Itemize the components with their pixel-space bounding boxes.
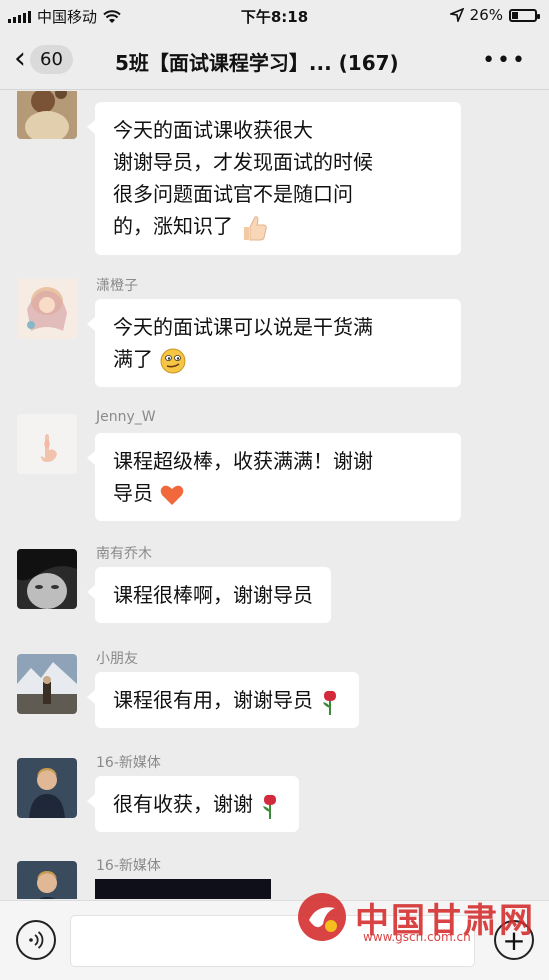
avatar[interactable] [17, 549, 77, 609]
message-bubble[interactable]: 很有收获，谢谢 [86, 776, 300, 832]
avatar[interactable] [17, 654, 77, 714]
avatar-image [17, 414, 77, 474]
message-line: 很多问题面试官不是随口问 [113, 182, 353, 206]
message-bubble[interactable]: 今天的面试课收获很大 谢谢导员，才发现面试的时候 很多问题面试官不是随口问 的，… [87, 102, 461, 255]
voice-input-button[interactable] [16, 920, 56, 960]
message-line: 导员 [113, 481, 153, 505]
avatar-image [17, 279, 77, 339]
chat-title: 5班【面试课程学习】... (167) [115, 51, 399, 75]
message-line: 的，涨知识了 [113, 214, 233, 238]
voice-wave-icon [29, 931, 44, 949]
message-line: 今天的面试课收获很大 [113, 118, 313, 142]
message-line: 很有收获，谢谢 [113, 792, 253, 816]
gansu-logo-icon [298, 893, 346, 941]
sender-name: 小朋友 [96, 651, 138, 667]
thumbs-up-icon [244, 215, 268, 240]
location-arrow-icon [449, 8, 464, 22]
battery-icon [509, 8, 540, 22]
message-line: 谢谢导员，才发现面试的时候 [113, 150, 373, 174]
message-line: 课程很有用，谢谢导员 [113, 688, 313, 712]
orange-heart-icon [161, 485, 184, 505]
status-bar: 中国移动 下午8:18 26% [0, 0, 549, 32]
sender-name: Jenny_W [96, 409, 156, 425]
avatar[interactable] [17, 279, 77, 339]
avatar-image [17, 91, 77, 139]
message-bubble[interactable]: 课程超级棒，收获满满！谢谢 导员 [87, 433, 461, 521]
sender-name: 潇橙子 [96, 278, 138, 294]
avatar[interactable] [17, 91, 77, 139]
chat-message-list[interactable]: 今天的面试课收获很大 谢谢导员，才发现面试的时候 很多问题面试官不是随口问 的，… [0, 91, 549, 899]
message-line: 今天的面试课可以说是干货满 [113, 315, 373, 339]
message-bubble[interactable]: 今天的面试课可以说是干货满 满了 [87, 299, 461, 387]
smirk-face-icon [160, 348, 186, 373]
watermark-url: www.gscn.com.cn [363, 930, 471, 944]
message-line: 满了 [113, 347, 153, 371]
message-line: 课程超级棒，收获满满！谢谢 [113, 449, 373, 473]
status-right: 26% [449, 6, 540, 24]
sender-name: 16-新媒体 [96, 858, 161, 874]
avatar-image [17, 861, 77, 899]
ellipsis-icon[interactable]: ••• [482, 48, 527, 73]
rose-icon [263, 794, 277, 819]
nav-bar: ‹ 60 5班【面试课程学习】... (167) ••• [0, 32, 549, 90]
avatar-image [17, 549, 77, 609]
avatar[interactable] [17, 758, 77, 818]
avatar-image [17, 758, 77, 818]
message-bubble[interactable]: 课程很棒啊，谢谢导员 [87, 567, 331, 623]
avatar[interactable] [17, 861, 77, 899]
watermark: 中国甘肃网 www.gscn.com.cn [295, 882, 545, 952]
avatar[interactable] [17, 414, 77, 474]
chevron-left-icon: ‹ [14, 41, 26, 76]
message-bubble[interactable]: 课程很有用，谢谢导员 [86, 672, 360, 728]
battery-fill [512, 11, 518, 19]
back-button[interactable]: ‹ 60 [14, 44, 73, 74]
battery-percent: 26% [469, 6, 503, 24]
message-line: 课程很棒啊，谢谢导员 [113, 583, 313, 607]
unread-count-badge: 60 [30, 44, 73, 74]
redacted-block [95, 879, 271, 899]
rose-icon [323, 690, 337, 715]
sender-name: 南有乔木 [96, 546, 152, 562]
sender-name: 16-新媒体 [96, 755, 161, 771]
avatar-image [17, 654, 77, 714]
